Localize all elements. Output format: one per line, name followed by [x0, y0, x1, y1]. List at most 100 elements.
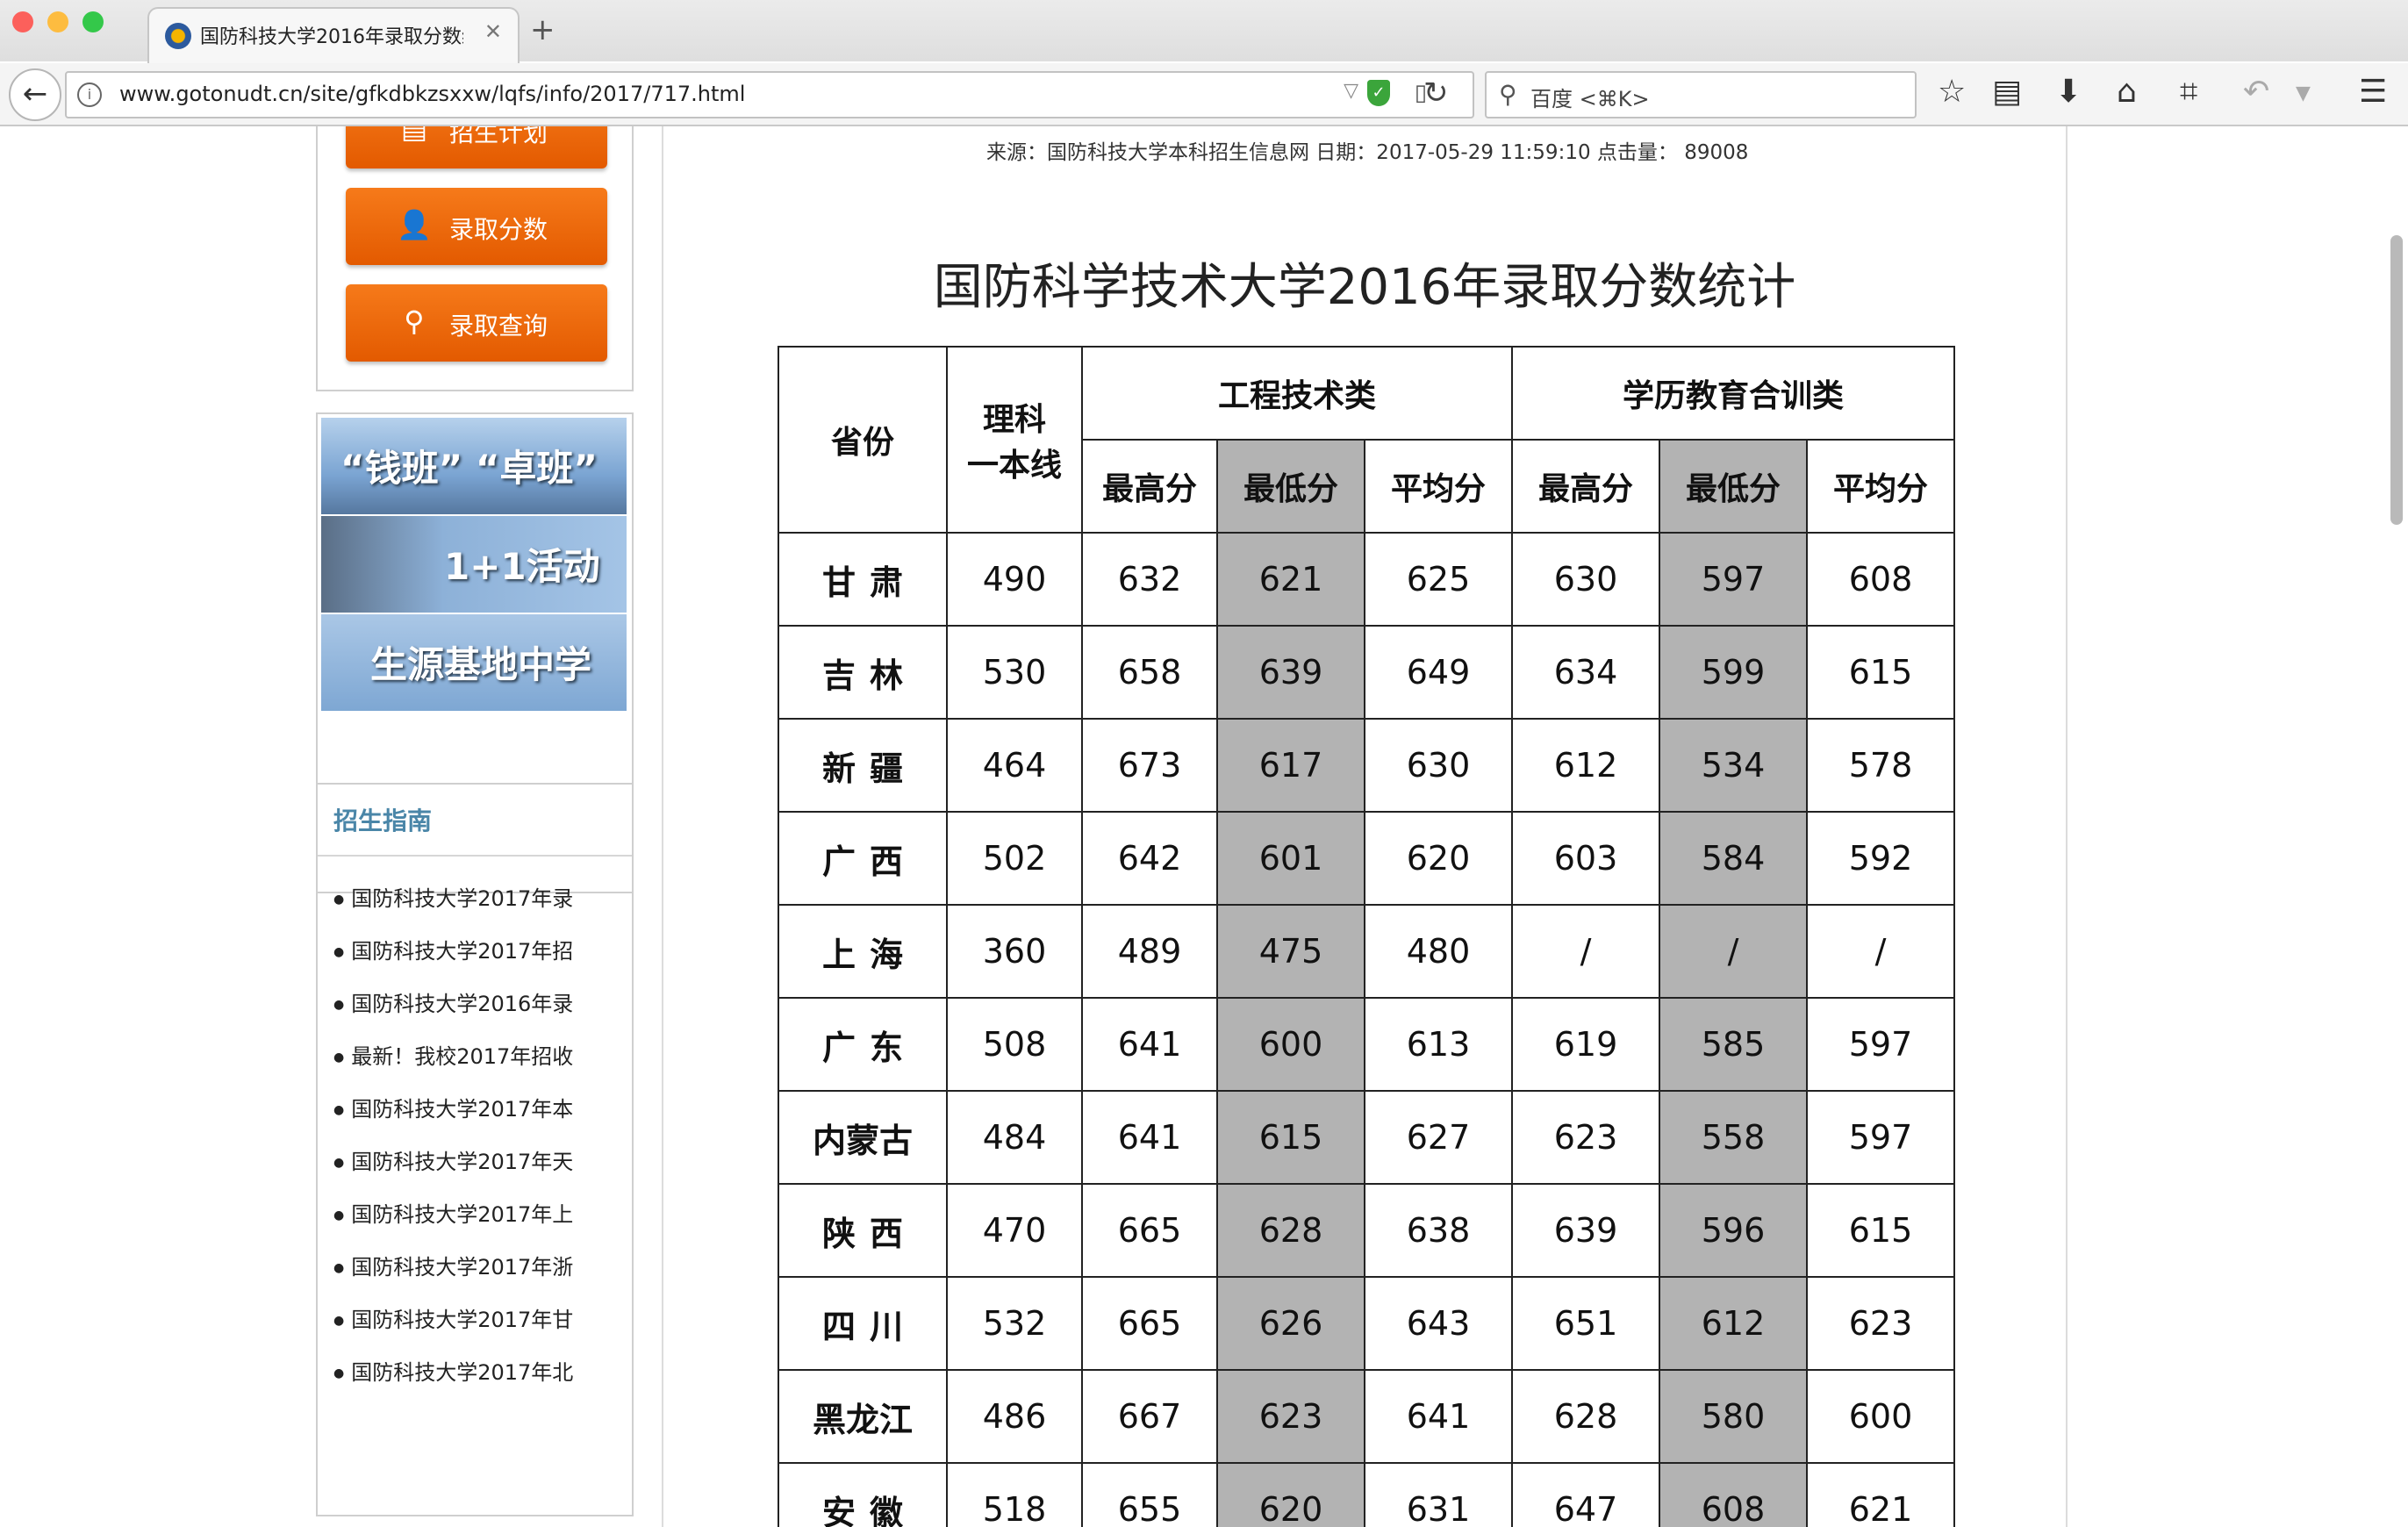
table-body: 甘肃 490 632 621 625 630 597 608 吉林 530 658 639 649 634…	[778, 532, 1955, 1527]
banner-1plus1[interactable]: 1+1活动	[321, 516, 627, 613]
score-cell: 673	[1081, 718, 1218, 813]
score-cell: 665	[1081, 1276, 1218, 1371]
score-cell: 628	[1511, 1369, 1660, 1464]
home-icon[interactable]: ⌂	[2117, 74, 2137, 110]
score-cell: 625	[1364, 532, 1513, 627]
url-text[interactable]: www.gotonudt.cn/site/gfkdbkzsxxw/lqfs/in…	[119, 82, 745, 106]
table-row: 陕西 470 665 628 638 639 596 615	[778, 1183, 1955, 1278]
header-max: 最高分	[1081, 439, 1218, 534]
guide-item[interactable]: 国防科技大学2017年天	[333, 1144, 573, 1175]
maximize-window-button[interactable]	[82, 11, 104, 32]
window-titlebar: 国防科技大学2016年录取分数统 ✕ +	[0, 0, 2408, 65]
browser-tab[interactable]: 国防科技大学2016年录取分数统 ✕	[147, 7, 520, 65]
score-cell: 584	[1659, 811, 1808, 906]
first-tier-line-cell: 532	[946, 1276, 1083, 1371]
favicon-icon	[165, 23, 191, 49]
guide-title: 招生指南	[333, 807, 433, 835]
search-input[interactable]: 百度 <⌘K>	[1530, 82, 1650, 112]
admission-plan-button[interactable]: ▤ 招生计划	[346, 126, 607, 168]
close-window-button[interactable]	[12, 11, 33, 32]
score-cell: 641	[1081, 1090, 1218, 1185]
score-cell: 655	[1081, 1462, 1218, 1527]
list-icon: ▤	[400, 126, 428, 145]
score-cell: 475	[1216, 904, 1365, 999]
score-cell: 641	[1081, 997, 1218, 1092]
chevron-down-icon[interactable]: ▽	[1344, 80, 1358, 102]
guide-item[interactable]: 国防科技大学2016年录	[333, 986, 573, 1017]
header-first-tier-line: 理科 一本线	[946, 346, 1083, 534]
score-cell: 638	[1364, 1183, 1513, 1278]
score-cell: 641	[1364, 1369, 1513, 1464]
header-min: 最低分	[1216, 439, 1365, 534]
score-cell: 615	[1806, 625, 1955, 720]
reading-list-icon[interactable]: ▤	[1992, 74, 2022, 110]
vertical-scrollbar[interactable]	[2390, 235, 2403, 525]
table-row: 四川 532 665 626 643 651 612 623	[778, 1276, 1955, 1371]
banner-qian-zhuo[interactable]: “钱班” “卓班”	[321, 418, 627, 514]
shield-check-icon[interactable]: ✓	[1367, 80, 1390, 106]
province-cell: 黑龙江	[778, 1369, 948, 1464]
table-row: 安徽 518 655 620 631 647 608 621	[778, 1462, 1955, 1527]
minimize-window-button[interactable]	[47, 11, 68, 32]
info-icon[interactable]: i	[77, 82, 102, 107]
download-icon[interactable]: ⬇	[2055, 74, 2082, 110]
tab-title: 国防科技大学2016年录取分数统	[200, 26, 463, 48]
guide-item[interactable]: 最新！我校2017年招收	[333, 1039, 573, 1070]
score-cell: 578	[1806, 718, 1955, 813]
menu-icon[interactable]: ☰	[2359, 74, 2387, 110]
score-cell: 599	[1659, 625, 1808, 720]
guide-item[interactable]: 国防科技大学2017年北	[333, 1355, 573, 1386]
table-row: 广东 508 641 600 613 619 585 597	[778, 997, 1955, 1092]
undo-icon[interactable]: ↶	[2243, 74, 2269, 110]
search-bar[interactable]: ⚲ 百度 <⌘K>	[1485, 71, 1917, 118]
score-cell: 558	[1659, 1090, 1808, 1185]
guide-item[interactable]: 国防科技大学2017年录	[333, 881, 573, 912]
score-cell: 601	[1216, 811, 1365, 906]
new-tab-button[interactable]: +	[530, 12, 555, 47]
score-cell: 665	[1081, 1183, 1218, 1278]
guide-item[interactable]: 国防科技大学2017年甘	[333, 1302, 573, 1333]
reload-icon[interactable]: ↻	[1423, 75, 1449, 111]
score-cell: 631	[1364, 1462, 1513, 1527]
score-cell: 627	[1364, 1090, 1513, 1185]
province-cell: 上海	[778, 904, 948, 999]
url-bar[interactable]: i www.gotonudt.cn/site/gfkdbkzsxxw/lqfs/…	[65, 71, 1474, 118]
magnifier-icon: ⚲	[1499, 80, 1517, 109]
guide-item[interactable]: 国防科技大学2017年本	[333, 1092, 573, 1122]
first-tier-line-cell: 518	[946, 1462, 1083, 1527]
score-cell: 639	[1511, 1183, 1660, 1278]
score-cell: 642	[1081, 811, 1218, 906]
score-cell: 612	[1659, 1276, 1808, 1371]
score-cell: 600	[1806, 1369, 1955, 1464]
bookmark-star-icon[interactable]: ☆	[1938, 74, 1966, 110]
close-tab-icon[interactable]: ✕	[484, 19, 502, 44]
first-tier-line-cell: 360	[946, 904, 1083, 999]
content-divider-right	[2066, 126, 2068, 1527]
first-tier-line-cell: 490	[946, 532, 1083, 627]
score-cell: 623	[1216, 1369, 1365, 1464]
score-cell: 596	[1659, 1183, 1808, 1278]
guide-item[interactable]: 国防科技大学2017年上	[333, 1197, 573, 1228]
table-row: 新疆 464 673 617 630 612 534 578	[778, 718, 1955, 813]
first-tier-line-cell: 486	[946, 1369, 1083, 1464]
table-row: 内蒙古 484 641 615 627 623 558 597	[778, 1090, 1955, 1185]
back-button[interactable]: ←	[9, 68, 61, 121]
header-province: 省份	[778, 346, 948, 534]
province-cell: 四川	[778, 1276, 948, 1371]
score-cell: /	[1659, 904, 1808, 999]
crop-icon[interactable]: ⌗	[2180, 74, 2197, 111]
page-content: ▤ 招生计划 👤 录取分数 ⚲ 录取查询 “钱班” “卓班” 1+1活动 生源基…	[0, 126, 2408, 1527]
score-cell: 651	[1511, 1276, 1660, 1371]
header-max: 最高分	[1511, 439, 1660, 534]
guide-item[interactable]: 国防科技大学2017年招	[333, 934, 573, 964]
banner-base-schools[interactable]: 生源基地中学	[321, 614, 627, 711]
score-cell: /	[1806, 904, 1955, 999]
score-cell: 600	[1216, 997, 1365, 1092]
score-cell: 667	[1081, 1369, 1218, 1464]
province-cell: 甘肃	[778, 532, 948, 627]
overflow-chevron-icon[interactable]: ▼	[2296, 82, 2311, 104]
table-row: 上海 360 489 475 480// /	[778, 904, 1955, 999]
score-cell: 628	[1216, 1183, 1365, 1278]
score-cell: 647	[1511, 1462, 1660, 1527]
guide-item[interactable]: 国防科技大学2017年浙	[333, 1250, 573, 1280]
